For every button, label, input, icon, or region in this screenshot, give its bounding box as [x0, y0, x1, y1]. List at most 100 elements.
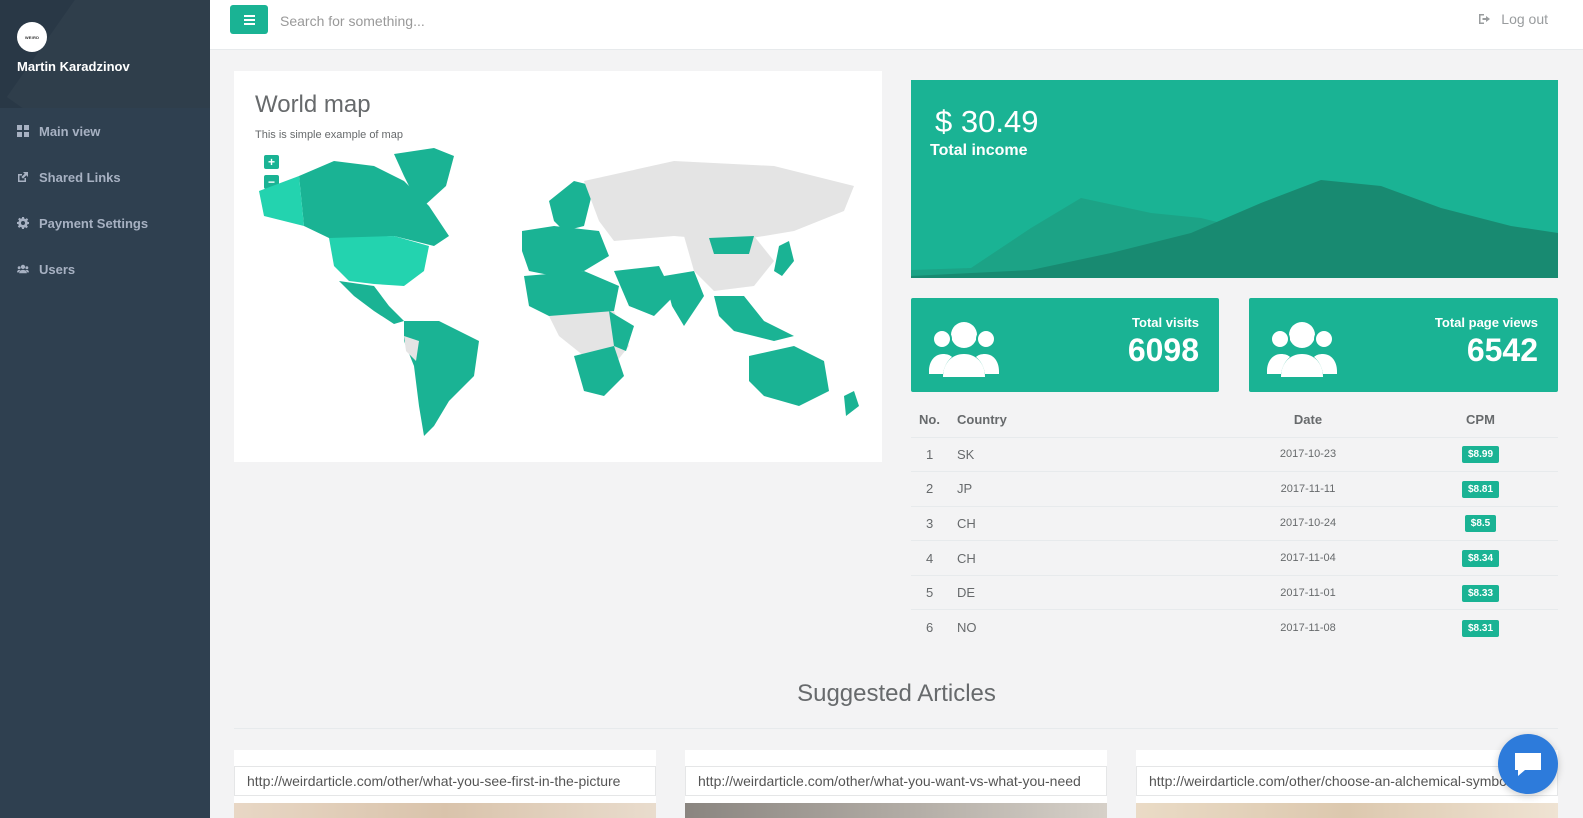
- search-input[interactable]: [280, 8, 780, 34]
- world-map[interactable]: [254, 146, 864, 446]
- map-region-north-africa[interactable]: [524, 271, 619, 316]
- cpm-badge: $8.33: [1461, 584, 1500, 602]
- map-region-india[interactable]: [664, 271, 704, 326]
- users-icon: [17, 263, 39, 275]
- map-region-australia[interactable]: [749, 346, 829, 406]
- sidebar-item-label: Users: [39, 261, 76, 277]
- income-area-chart: [911, 180, 1558, 278]
- cell-country: NO: [957, 620, 977, 636]
- users-icon: [1267, 322, 1337, 377]
- cell-cpm: $8.81: [1403, 471, 1558, 507]
- users-icon: [929, 322, 999, 377]
- sidebar-item-shared-links[interactable]: Shared Links: [0, 154, 210, 200]
- table-row: 1 SK 2017-10-23 $8.99: [911, 437, 1558, 473]
- cell-cpm: $8.33: [1403, 575, 1558, 611]
- cell-no: 3: [911, 506, 957, 542]
- map-region-southeast-asia[interactable]: [714, 296, 794, 341]
- cell-date: 2017-11-01: [1213, 575, 1403, 611]
- column-header-date[interactable]: Date: [1213, 402, 1403, 438]
- map-title: World map: [255, 91, 371, 118]
- article-url-field[interactable]: [685, 766, 1107, 796]
- gear-icon: [17, 217, 39, 229]
- map-region-russia[interactable]: [584, 161, 854, 241]
- cell-country: DE: [957, 575, 1213, 611]
- divider: [234, 728, 1558, 729]
- article-thumbnail[interactable]: [234, 803, 656, 818]
- map-subtitle: This is simple example of map: [255, 129, 403, 141]
- cell-cpm: $8.5: [1403, 506, 1558, 542]
- table-row: 5 DE 2017-11-01 $8.33: [911, 575, 1558, 611]
- cell-no: 2: [911, 471, 957, 507]
- cell-no: 5: [911, 575, 957, 611]
- cell-date: 2017-11-04: [1213, 540, 1403, 576]
- sidebar-item-users[interactable]: Users: [0, 246, 210, 292]
- cell-date: 2017-10-24: [1213, 506, 1403, 542]
- profile-name[interactable]: Martin Karadzinov: [17, 59, 130, 74]
- table-row: 3 CH 2017-10-24 $8.5: [911, 506, 1558, 542]
- column-header-cpm[interactable]: CPM: [1403, 402, 1558, 438]
- profile-header: WEIRD Martin Karadzinov: [0, 0, 210, 108]
- article-card: [234, 750, 656, 818]
- map-region-alaska[interactable]: [259, 176, 304, 226]
- income-amount: $ 30.49: [935, 104, 1039, 139]
- cell-date: 2017-10-23: [1213, 437, 1403, 473]
- suggested-articles-title: Suggested Articles: [797, 680, 996, 707]
- article-thumbnail[interactable]: [1136, 803, 1558, 818]
- map-region-middle-east[interactable]: [614, 266, 674, 316]
- cpm-badge: $8.5: [1464, 515, 1497, 533]
- map-region-south-america[interactable]: [404, 321, 479, 436]
- total-visits-card: Total visits 6098: [911, 298, 1219, 392]
- map-region-central-america[interactable]: [339, 281, 404, 324]
- cpm-badge: $8.34: [1461, 550, 1500, 568]
- cpm-badge: $8.99: [1461, 446, 1500, 464]
- external-link-icon: [17, 171, 39, 183]
- sidebar-item-label: Payment Settings: [39, 215, 149, 231]
- cell-country: JP: [957, 471, 1213, 507]
- cell-no: 6: [926, 620, 934, 636]
- sidebar-item-payment-settings[interactable]: Payment Settings: [0, 200, 210, 246]
- chat-widget-button[interactable]: [1498, 734, 1558, 794]
- cell-country: SK: [957, 437, 1213, 473]
- article-thumbnail[interactable]: [685, 803, 1107, 818]
- cell-no: 1: [911, 437, 957, 473]
- article-url-field[interactable]: [1136, 766, 1558, 796]
- avatar[interactable]: WEIRD: [17, 22, 47, 52]
- cell-date: 2017-11-11: [1213, 471, 1403, 507]
- cell-cpm: $8.99: [1403, 437, 1558, 473]
- map-region-japan[interactable]: [774, 241, 794, 276]
- table-row: 2 JP 2017-11-11 $8.81: [911, 471, 1558, 507]
- article-card: [685, 750, 1107, 818]
- map-region-europe[interactable]: [522, 226, 609, 276]
- column-header-no[interactable]: No.: [911, 402, 957, 438]
- logout-label: Log out: [1501, 11, 1548, 27]
- article-url-field[interactable]: [234, 766, 656, 796]
- sign-out-icon: [1479, 14, 1491, 24]
- sidebar-nav: Main view Shared Links Payment Settings …: [0, 108, 210, 292]
- cell-cpm: $8.31: [1403, 610, 1558, 645]
- sidebar-item-label: Shared Links: [39, 169, 121, 185]
- hamburger-icon: [243, 18, 255, 21]
- sidebar-item-label: Main view: [39, 123, 101, 139]
- top-navbar: Log out: [210, 0, 1583, 50]
- cell-date: 2017-11-08: [1280, 621, 1336, 634]
- total-page-views-card: Total page views 6542: [1249, 298, 1558, 392]
- total-page-views-value: 6542: [1466, 332, 1538, 368]
- sidebar-item-main-view[interactable]: Main view: [0, 108, 210, 154]
- total-income-panel: $ 30.49 Total income: [911, 80, 1558, 278]
- map-region-new-zealand[interactable]: [844, 391, 859, 416]
- table-row: 4 CH 2017-11-04 $8.34: [911, 540, 1558, 576]
- cpm-badge: $8.81: [1461, 480, 1500, 498]
- sidebar: WEIRD Martin Karadzinov Main view Shared…: [0, 0, 210, 818]
- menu-toggle-button[interactable]: [230, 5, 268, 34]
- logout-link[interactable]: Log out: [1479, 11, 1548, 27]
- article-card: [1136, 750, 1558, 818]
- cpm-table: No. Country Date CPM 1 SK 2017-10-23 $8.…: [911, 402, 1558, 645]
- total-visits-value: 6098: [1127, 332, 1199, 368]
- column-header-country[interactable]: Country: [957, 402, 1213, 438]
- cell-country: CH: [957, 540, 1213, 576]
- cell-cpm: $8.34: [1403, 540, 1558, 576]
- world-map-panel: World map This is simple example of map …: [234, 71, 882, 462]
- chat-icon: [1515, 753, 1541, 776]
- map-region-mongolia[interactable]: [709, 236, 754, 254]
- map-region-usa[interactable]: [329, 236, 429, 286]
